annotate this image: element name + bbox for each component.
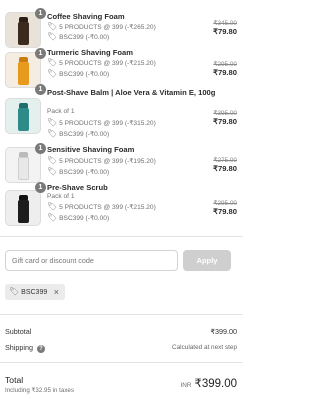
taxes-note: Including ₹32.95 in taxes — [5, 387, 74, 394]
product-name: Coffee Shaving Foam — [47, 12, 125, 21]
applied-code-label: BSC399 — [21, 289, 48, 296]
discount-line: 🏷 5 PRODUCTS @ 399 (-₹195.20) — [47, 156, 156, 165]
tag-icon: 🏷 — [47, 69, 58, 78]
currency-code: INR — [180, 382, 192, 389]
product-thumbnail — [5, 52, 41, 88]
tag-icon: 🏷 — [47, 156, 58, 165]
discount-line: 🏷 BSC399 (-₹0.00) — [47, 213, 110, 222]
subtotal-value: ₹399.00 — [210, 327, 237, 336]
discounted-price: ₹79.80 — [213, 164, 237, 173]
discount-line: 🏷 BSC399 (-₹0.00) — [47, 129, 110, 138]
apply-button[interactable]: Apply — [183, 250, 231, 271]
discount-line: 🏷 5 PRODUCTS @ 399 (-₹215.20) — [47, 58, 156, 67]
product-name: Turmeric Shaving Foam — [47, 48, 133, 57]
tag-icon: 🏷 — [47, 213, 58, 222]
product-name: Pre-Shave Scrub — [47, 183, 108, 192]
tag-icon: 🏷 — [47, 118, 58, 127]
quantity-badge: 1 — [35, 8, 46, 19]
original-price: ₹295.00 — [213, 61, 237, 68]
product-name: Sensitive Shaving Foam — [47, 145, 135, 154]
divider — [0, 314, 243, 315]
product-thumbnail — [5, 190, 41, 226]
shipping-row: Shipping? — [5, 343, 45, 353]
discounted-price: ₹79.80 — [213, 68, 237, 77]
subtotal-label: Subtotal — [5, 327, 32, 336]
quantity-badge: 1 — [35, 182, 46, 193]
discount-line: 🏷 BSC399 (-₹0.00) — [47, 167, 110, 176]
discount-line: 🏷 5 PRODUCTS @ 399 (-₹215.20) — [47, 202, 156, 211]
discounted-price: ₹79.80 — [213, 117, 237, 126]
tag-icon: 🏷 — [47, 58, 58, 67]
total-value: ₹399.00 — [194, 378, 238, 390]
discount-line: 🏷 5 PRODUCTS @ 399 (-₹315.20) — [47, 118, 156, 127]
original-price: ₹345.00 — [213, 20, 237, 27]
applied-discount-chip: 🏷 BSC399 × — [5, 284, 65, 300]
total-row: INR ₹399.00 — [180, 376, 237, 390]
quantity-badge: 1 — [35, 48, 46, 59]
product-thumbnail — [5, 12, 41, 48]
remove-code-icon[interactable]: × — [54, 284, 59, 300]
tag-icon: 🏷 — [47, 22, 58, 31]
tag-icon: 🏷 — [47, 202, 58, 211]
discounted-price: ₹79.80 — [213, 27, 237, 36]
original-price: ₹395.00 — [213, 110, 237, 117]
tag-icon: 🏷 — [47, 129, 58, 138]
discount-line: 🏷 BSC399 (-₹0.00) — [47, 32, 110, 41]
shipping-value: Calculated at next step — [171, 344, 237, 351]
tag-icon: 🏷 — [9, 287, 20, 296]
original-price: ₹295.00 — [213, 200, 237, 207]
product-variant: Pack of 1 — [47, 108, 75, 115]
discount-line: 🏷 5 PRODUCTS @ 399 (-₹265.20) — [47, 22, 156, 31]
divider — [0, 362, 243, 363]
quantity-badge: 1 — [35, 143, 46, 154]
product-thumbnail — [5, 147, 41, 183]
discount-line: 🏷 BSC399 (-₹0.00) — [47, 69, 110, 78]
product-name: Post-Shave Balm | Aloe Vera & Vitamin E,… — [47, 88, 216, 97]
discounted-price: ₹79.80 — [213, 207, 237, 216]
discount-code-input[interactable] — [5, 250, 178, 271]
product-thumbnail — [5, 98, 41, 134]
shipping-label: Shipping — [5, 343, 33, 352]
product-variant: Pack of 1 — [47, 193, 75, 200]
divider — [0, 236, 243, 237]
tag-icon: 🏷 — [47, 32, 58, 41]
original-price: ₹275.00 — [213, 157, 237, 164]
total-label: Total — [5, 375, 24, 385]
quantity-badge: 1 — [35, 84, 46, 95]
help-icon[interactable]: ? — [36, 345, 45, 353]
tag-icon: 🏷 — [47, 167, 58, 176]
